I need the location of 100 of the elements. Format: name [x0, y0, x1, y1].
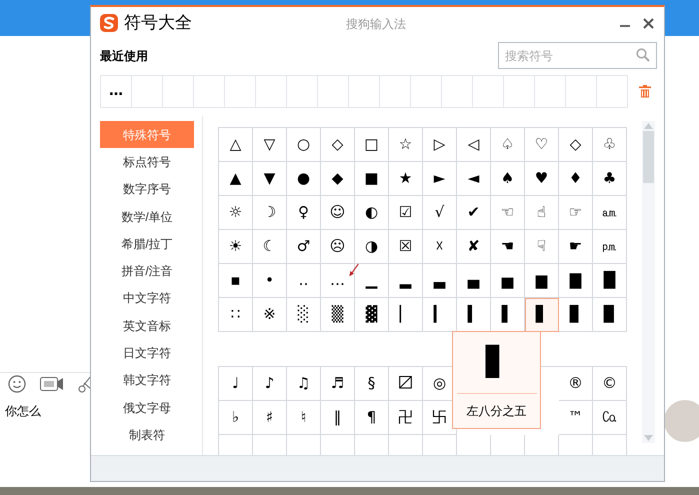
symbol-cell[interactable]: ♬ — [321, 367, 355, 401]
symbol-cell[interactable]: ♣ — [593, 162, 627, 196]
symbol-cell[interactable]: ※ — [253, 298, 287, 332]
symbol-cell[interactable]: ○ — [287, 128, 321, 162]
category-tab[interactable]: 英文音标 — [100, 312, 194, 340]
close-icon[interactable] — [643, 18, 654, 28]
symbol-cell[interactable]: ▇ — [559, 264, 593, 298]
symbol-cell[interactable]: √ — [423, 196, 457, 230]
symbol-cell[interactable]: 卍 — [389, 401, 423, 435]
category-tab[interactable]: 制表符 — [100, 421, 194, 449]
scrollbar-thumb[interactable] — [643, 131, 654, 183]
symbol-cell[interactable]: ▉ — [593, 298, 627, 332]
symbol-cell[interactable]: █ — [593, 264, 627, 298]
symbol-cell[interactable]: ◐ — [355, 196, 389, 230]
category-tab[interactable]: 希腊/拉丁 — [100, 230, 194, 258]
symbol-cell[interactable]: ░ — [287, 298, 321, 332]
symbol-cell[interactable]: ✔ — [457, 196, 491, 230]
symbol-cell[interactable]: ♧ — [593, 128, 627, 162]
symbol-cell[interactable]: ☛ — [559, 230, 593, 264]
symbol-cell[interactable]: ● — [287, 162, 321, 196]
symbol-cell[interactable]: ◁ — [457, 128, 491, 162]
symbol-cell[interactable]: ✘ — [457, 230, 491, 264]
symbol-cell[interactable]: ‥ — [287, 264, 321, 298]
symbol-cell[interactable]: ▄ — [457, 264, 491, 298]
symbol-cell[interactable]: ☟ — [525, 230, 559, 264]
symbol-cell[interactable]: □ — [355, 128, 389, 162]
symbol-cell[interactable]: ☾ — [253, 230, 287, 264]
symbol-cell[interactable]: ☹ — [321, 230, 355, 264]
symbol-cell[interactable]: ☓ — [423, 230, 457, 264]
symbol-cell[interactable]: ▁ — [355, 264, 389, 298]
symbol-cell[interactable]: ◑ — [355, 230, 389, 264]
symbol-cell[interactable]: ☆ — [389, 128, 423, 162]
symbol-cell[interactable]: ▋ — [525, 298, 559, 332]
symbol-cell[interactable]: ▃ — [423, 264, 457, 298]
symbol-cell[interactable]: ☽ — [253, 196, 287, 230]
symbol-cell[interactable]: ☝ — [525, 196, 559, 230]
category-tab[interactable]: 中文字符 — [100, 284, 194, 312]
symbol-cell[interactable]: ★ — [389, 162, 423, 196]
symbol-cell[interactable]: ☺ — [321, 196, 355, 230]
symbol-cell[interactable]: ▂ — [389, 264, 423, 298]
symbol-cell[interactable]: ☜ — [491, 196, 525, 230]
category-tab[interactable]: 日文字符 — [100, 339, 194, 367]
smiley-icon[interactable] — [8, 375, 26, 393]
category-tab[interactable]: 拼音/注音 — [100, 257, 194, 285]
gif-camera-icon[interactable] — [40, 377, 64, 391]
category-tab[interactable]: 韩文字符 — [100, 366, 194, 394]
symbol-cell[interactable]: ☚ — [491, 230, 525, 264]
scissors-icon[interactable] — [78, 375, 92, 393]
trash-icon[interactable] — [639, 85, 651, 98]
category-tab[interactable]: 数学/单位 — [100, 202, 194, 230]
recent-symbol-cell[interactable]: … — [101, 76, 132, 108]
symbol-cell[interactable]: ㏘ — [593, 230, 627, 264]
symbol-cell[interactable]: ♫ — [287, 367, 321, 401]
symbol-cell[interactable]: © — [593, 367, 627, 401]
symbol-cell[interactable]: ▊ — [559, 298, 593, 332]
symbol-cell[interactable]: ∷ — [219, 298, 253, 332]
symbol-cell[interactable]: ► — [423, 162, 457, 196]
symbol-cell[interactable]: ♀ — [287, 196, 321, 230]
symbol-cell[interactable]: ♦ — [559, 162, 593, 196]
symbol-cell[interactable]: ™ — [559, 401, 593, 435]
symbol-cell[interactable]: ☑ — [389, 196, 423, 230]
symbol-cell[interactable]: ◆ — [321, 162, 355, 196]
symbol-cell[interactable]: ♡ — [525, 128, 559, 162]
symbol-cell[interactable]: ♯ — [253, 401, 287, 435]
symbol-cell[interactable]: ▲ — [219, 162, 253, 196]
category-tab[interactable]: 标点符号 — [100, 148, 194, 176]
symbol-cell[interactable]: ‖ — [321, 401, 355, 435]
symbol-cell[interactable]: ㏂ — [593, 196, 627, 230]
symbol-cell[interactable]: ☒ — [389, 230, 423, 264]
scrollbar-track[interactable] — [642, 121, 655, 443]
symbol-cell[interactable]: ♤ — [491, 128, 525, 162]
symbol-cell[interactable]: • — [253, 264, 287, 298]
symbol-cell[interactable]: ♥ — [525, 162, 559, 196]
symbol-cell[interactable]: ▷ — [423, 128, 457, 162]
symbol-cell[interactable]: ▼ — [253, 162, 287, 196]
symbol-cell[interactable]: ㏇ — [593, 401, 627, 435]
symbol-cell[interactable]: ▆ — [525, 264, 559, 298]
symbol-cell[interactable]: ◇ — [321, 128, 355, 162]
category-tab[interactable]: 数字序号 — [100, 176, 194, 203]
symbol-cell[interactable]: ◇ — [559, 128, 593, 162]
symbol-cell[interactable]: ♂ — [287, 230, 321, 264]
symbol-cell[interactable]: ¶ — [355, 401, 389, 435]
symbol-cell[interactable]: ☼ — [219, 196, 253, 230]
symbol-cell[interactable]: ▓ — [355, 298, 389, 332]
symbol-cell[interactable]: ■ — [355, 162, 389, 196]
search-icon[interactable] — [636, 48, 650, 62]
symbol-cell[interactable]: ▎ — [423, 298, 457, 332]
symbol-cell[interactable]: … — [321, 264, 355, 298]
symbol-cell[interactable]: 〼 — [389, 367, 423, 401]
symbol-cell[interactable]: § — [355, 367, 389, 401]
symbol-cell[interactable]: ♩ — [219, 367, 253, 401]
symbol-cell[interactable]: ◄ — [457, 162, 491, 196]
symbol-cell[interactable]: ♠ — [491, 162, 525, 196]
symbol-cell[interactable]: ♪ — [253, 367, 287, 401]
symbol-cell[interactable]: ☀ — [219, 230, 253, 264]
category-tab[interactable]: 俄文字母 — [100, 394, 194, 422]
symbol-cell[interactable]: ▒ — [321, 298, 355, 332]
symbol-cell[interactable]: ▽ — [253, 128, 287, 162]
symbol-cell[interactable]: △ — [219, 128, 253, 162]
symbol-cell[interactable]: ♮ — [287, 401, 321, 435]
